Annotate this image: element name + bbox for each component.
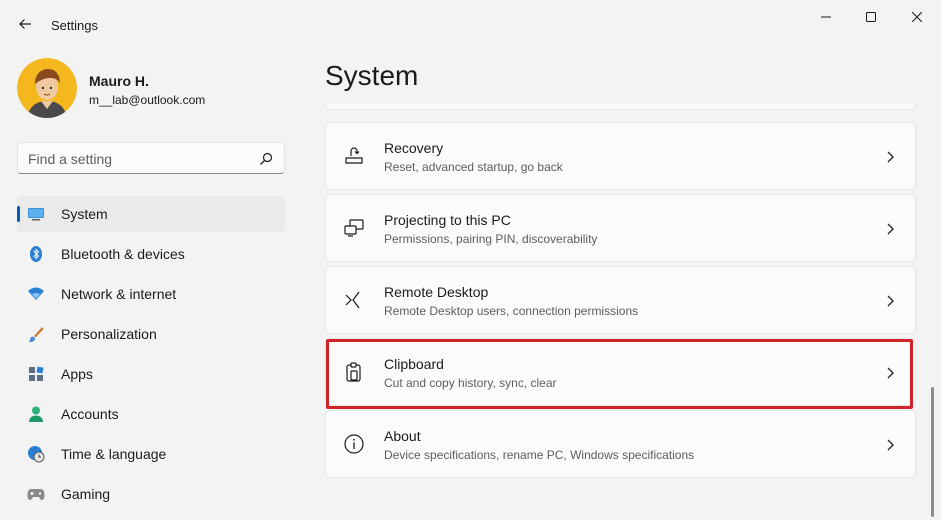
person-icon (27, 405, 45, 423)
card-title: Projecting to this PC (384, 212, 511, 228)
minimize-icon (821, 16, 831, 18)
settings-card-about[interactable]: About Device specifications, rename PC, … (325, 410, 916, 478)
recovery-icon (345, 147, 363, 164)
info-icon (344, 434, 364, 454)
sidebar-item-network-internet[interactable]: Network & internet (17, 276, 285, 312)
sidebar-item-time-language[interactable]: Time & language (17, 436, 285, 472)
card-partial (325, 104, 916, 110)
sidebar-item-label: Network & internet (61, 286, 177, 302)
sidebar-item-gaming[interactable]: Gaming (17, 476, 285, 512)
minimize-button[interactable] (803, 6, 849, 28)
apps-icon (27, 365, 45, 383)
clipboard-icon (346, 362, 361, 382)
card-title: About (384, 428, 421, 444)
card-description: Permissions, pairing PIN, discoverabilit… (384, 232, 598, 246)
sidebar-item-bluetooth-devices[interactable]: Bluetooth & devices (17, 236, 285, 272)
card-description: Cut and copy history, sync, clear (384, 376, 557, 390)
card-title: Recovery (384, 140, 444, 156)
remote-desktop-icon (345, 291, 360, 309)
card-description: Reset, advanced startup, go back (384, 160, 563, 174)
chevron-right-icon (887, 151, 894, 163)
settings-card-projecting[interactable]: Projecting to this PC Permissions, pairi… (325, 194, 916, 262)
card-description: Device specifications, rename PC, Window… (384, 448, 695, 462)
card-title: Clipboard (384, 356, 444, 372)
search-input[interactable] (28, 150, 248, 168)
scrollbar-thumb[interactable] (931, 387, 934, 517)
bluetooth-icon (27, 245, 45, 263)
chevron-right-icon (887, 439, 894, 451)
sidebar-item-accounts[interactable]: Accounts (17, 396, 285, 432)
search-icon[interactable] (258, 151, 274, 167)
sidebar-item-label: Bluetooth & devices (61, 246, 185, 262)
settings-card-remote-desktop[interactable]: Remote Desktop Remote Desktop users, con… (325, 266, 916, 334)
gamepad-icon (27, 485, 45, 503)
maximize-icon (866, 12, 876, 22)
settings-card-recovery[interactable]: Recovery Reset, advanced startup, go bac… (325, 122, 916, 190)
sidebar-item-label: Apps (61, 366, 93, 382)
title-bar: Settings (0, 0, 941, 50)
settings-card-clipboard[interactable]: Clipboard Cut and copy history, sync, cl… (325, 338, 916, 406)
page-title: System (325, 60, 419, 91)
sidebar-item-label: System (61, 206, 108, 222)
card-title: Remote Desktop (384, 284, 489, 300)
user-email: m__lab@outlook.com (89, 93, 206, 107)
sidebar-item-label: Time & language (61, 446, 167, 462)
chevron-right-icon (887, 295, 894, 307)
close-icon (912, 12, 922, 22)
chevron-right-icon (887, 223, 894, 235)
globe-clock-icon (27, 445, 45, 463)
selection-indicator (17, 206, 20, 222)
close-button[interactable] (894, 6, 940, 28)
sidebar-item-label: Gaming (61, 486, 111, 502)
avatar[interactable] (17, 58, 77, 118)
maximize-button[interactable] (848, 6, 894, 28)
sidebar-item-system[interactable]: System (17, 196, 285, 232)
settings-list: Recovery Reset, advanced startup, go bac… (325, 104, 916, 520)
sidebar-item-label: Personalization (61, 326, 157, 342)
search-box[interactable] (17, 142, 285, 174)
monitor-icon (27, 205, 45, 223)
sidebar-item-label: Accounts (61, 406, 119, 422)
avatar-image (17, 58, 77, 118)
back-arrow-icon (19, 19, 31, 29)
chevron-right-icon (887, 367, 894, 379)
sidebar-item-personalization[interactable]: Personalization (17, 316, 285, 352)
brush-icon (27, 325, 45, 343)
app-title: Settings (51, 18, 98, 33)
sidebar-nav: System Bluetooth & devices Network & int… (17, 196, 285, 516)
sidebar-item-apps[interactable]: Apps (17, 356, 285, 392)
card-description: Remote Desktop users, connection permiss… (384, 304, 639, 318)
projecting-icon (344, 219, 364, 237)
user-name: Mauro H. (89, 73, 149, 89)
wifi-icon (27, 285, 45, 303)
back-button[interactable] (12, 10, 38, 38)
